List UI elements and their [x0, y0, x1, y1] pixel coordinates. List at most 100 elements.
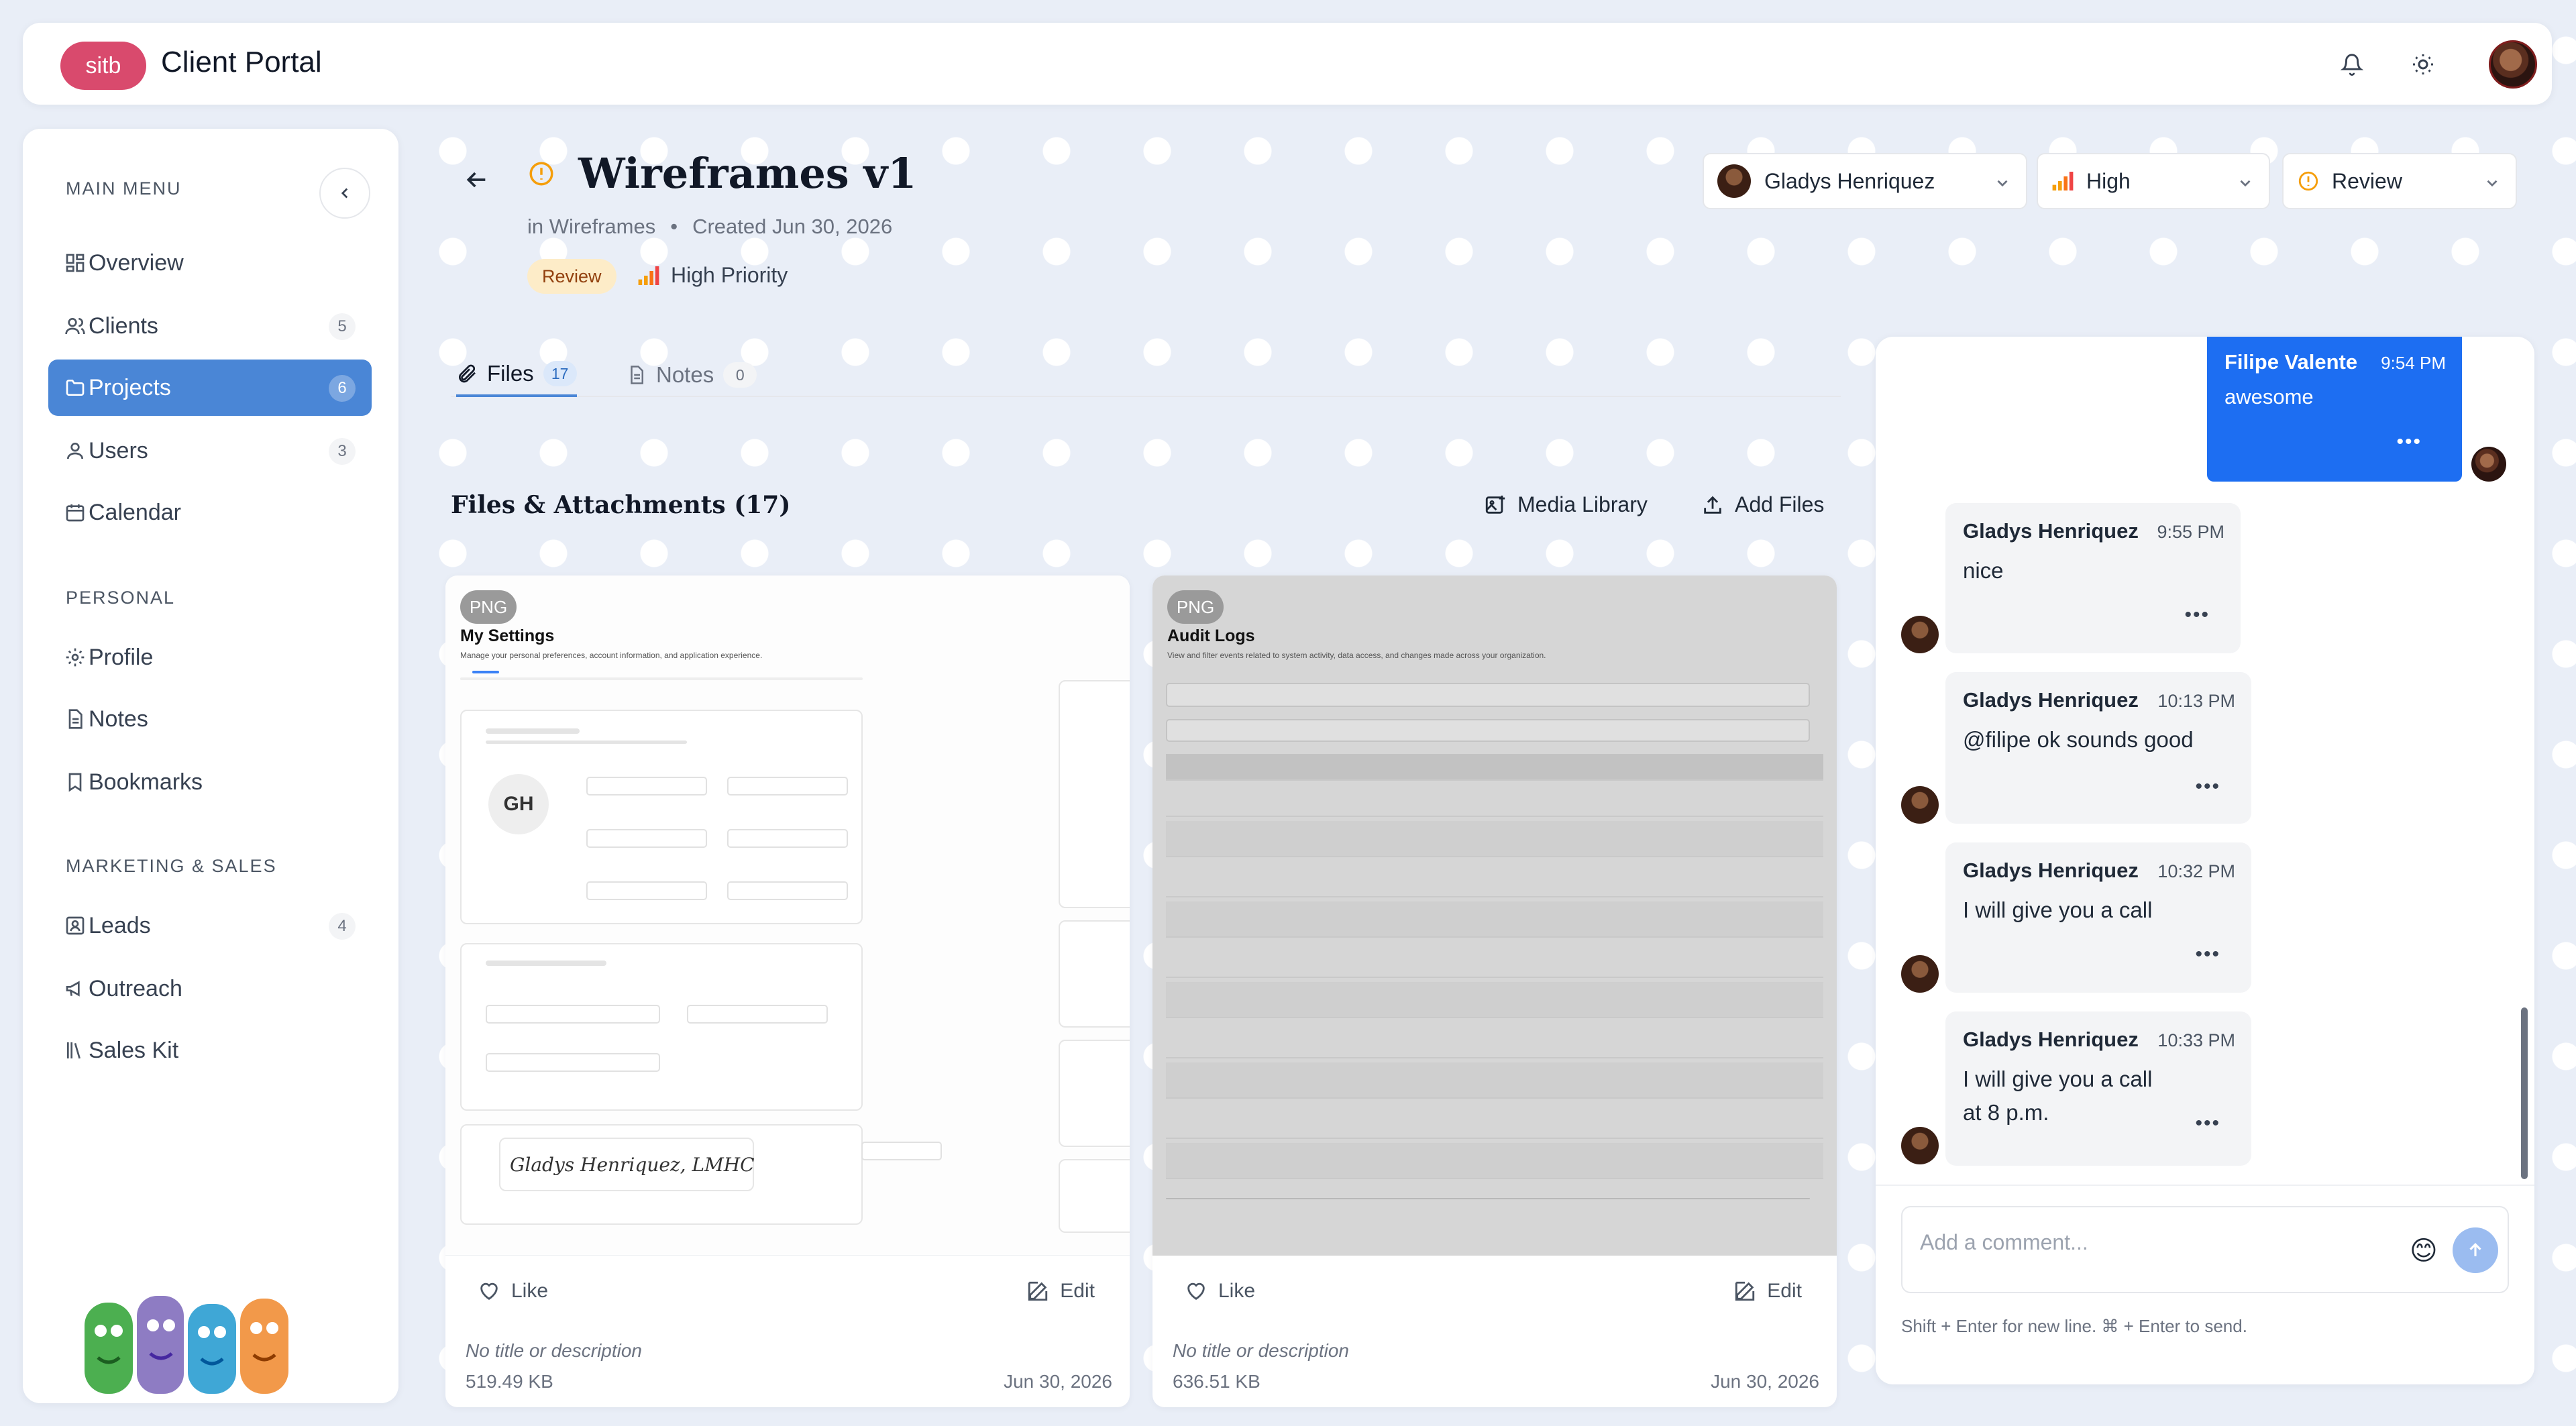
- preview-signature: Gladys Henriquez, LMHC: [510, 1154, 755, 1176]
- add-files-button[interactable]: Add Files: [1701, 492, 1824, 517]
- more-icon[interactable]: •••: [2184, 604, 2210, 626]
- comment-input[interactable]: [1920, 1230, 2390, 1255]
- preview-quick-actions-card: [1059, 920, 1130, 1028]
- more-icon[interactable]: •••: [2195, 1112, 2220, 1135]
- more-icon[interactable]: •••: [2396, 431, 2422, 453]
- signal-bars-icon: [638, 266, 659, 285]
- message-text: nice: [1963, 558, 2004, 583]
- sidebar-item-notes[interactable]: Notes: [48, 691, 372, 747]
- preview-row: [1166, 901, 1823, 938]
- edit-button[interactable]: Edit: [1733, 1280, 1802, 1303]
- sidebar-item-outreach[interactable]: Outreach: [48, 961, 372, 1017]
- sidebar-item-label: Calendar: [89, 499, 181, 525]
- files-heading: Files & Attachments (17): [451, 491, 791, 519]
- tab-files[interactable]: Files 17: [456, 353, 577, 397]
- preview-initials: GH: [488, 774, 549, 834]
- sidebar-item-clients[interactable]: Clients 5: [48, 298, 372, 354]
- edit-label: Edit: [1767, 1280, 1802, 1302]
- like-button[interactable]: Like: [1185, 1280, 1255, 1303]
- edit-button[interactable]: Edit: [1026, 1280, 1095, 1303]
- sun-icon[interactable]: [2407, 48, 2439, 80]
- status-select[interactable]: Review: [2282, 153, 2517, 209]
- sidebar-item-label: Projects: [89, 374, 171, 400]
- file-preview[interactable]: PNG My Settings Manage your personal pre…: [445, 575, 1130, 1256]
- preview-row: [1166, 781, 1823, 817]
- like-button[interactable]: Like: [478, 1280, 548, 1303]
- sidebar-item-leads[interactable]: Leads 4: [48, 897, 372, 954]
- priority-label: High Priority: [671, 263, 788, 287]
- main-menu-label: MAIN MENU: [66, 178, 182, 199]
- add-files-label: Add Files: [1735, 492, 1825, 516]
- message-text: @filipe ok sounds good: [1963, 727, 2194, 752]
- avatar: [1901, 786, 1939, 824]
- preview-input: [727, 777, 848, 796]
- document-icon: [68, 709, 83, 729]
- priority-select[interactable]: High: [2037, 153, 2270, 209]
- users-icon: [65, 318, 85, 335]
- collapse-sidebar-button[interactable]: [319, 168, 370, 219]
- priority-value: High: [2086, 168, 2131, 193]
- chat-message: Gladys Henriquez 10:33 PM I will give yo…: [1945, 1011, 2251, 1166]
- sidebar-item-bookmarks[interactable]: Bookmarks: [48, 754, 372, 810]
- sidebar-item-projects[interactable]: Projects 6: [48, 360, 372, 416]
- project-folder: in Wireframes: [527, 215, 656, 238]
- priority-indicator: High Priority: [637, 263, 788, 288]
- sidebar-item-overview[interactable]: Overview: [48, 235, 372, 291]
- message-author: Gladys Henriquez: [1963, 519, 2139, 543]
- file-card[interactable]: PNG My Settings Manage your personal pre…: [445, 575, 1130, 1407]
- app-title: Client Portal: [161, 46, 322, 78]
- comments-panel: Filipe Valente 9:54 PM awesome ••• Glady…: [1876, 337, 2534, 1384]
- preview-input: [586, 829, 707, 848]
- user-avatar[interactable]: [2489, 40, 2537, 89]
- image-add-icon: [1485, 495, 1505, 514]
- preview-input: [727, 829, 848, 848]
- library-icon: [67, 1042, 80, 1059]
- upload-icon: [1704, 496, 1721, 514]
- edit-icon: [1735, 1281, 1755, 1301]
- sidebar-item-label: Users: [89, 437, 148, 463]
- sidebar-item-users[interactable]: Users 3: [48, 423, 372, 479]
- preview-line: [486, 961, 606, 966]
- chat-scrollbar[interactable]: [2521, 1007, 2528, 1179]
- sidebar-item-label: Sales Kit: [89, 1037, 179, 1063]
- chat-divider: [1876, 1185, 2534, 1186]
- preview-row: [1166, 861, 1823, 897]
- assignee-select[interactable]: Gladys Henriquez: [1703, 153, 2027, 209]
- chat-message: Gladys Henriquez 9:55 PM nice •••: [1945, 503, 2241, 653]
- more-icon[interactable]: •••: [2195, 775, 2220, 798]
- megaphone-icon: [66, 981, 80, 997]
- avatar: [1901, 955, 1939, 993]
- bell-icon[interactable]: [2336, 48, 2368, 80]
- send-button[interactable]: [2453, 1227, 2498, 1273]
- avatar: [1901, 616, 1939, 653]
- signal-bars-icon: [2052, 172, 2074, 190]
- preview-line: [486, 728, 580, 734]
- calendar-icon: [66, 504, 85, 522]
- file-card[interactable]: PNG Audit Logs View and filter events re…: [1152, 575, 1837, 1407]
- preview-row: [1166, 942, 1823, 978]
- more-icon[interactable]: •••: [2195, 943, 2220, 966]
- preview-footer-line: [1166, 1198, 1810, 1199]
- sidebar-item-profile[interactable]: Profile: [48, 629, 372, 685]
- sidebar-item-label: Profile: [89, 644, 154, 670]
- logo[interactable]: sitb: [60, 42, 146, 90]
- status-clock-icon: [2298, 171, 2318, 191]
- media-library-button[interactable]: Media Library: [1484, 492, 1648, 517]
- message-author: Filipe Valente: [2224, 350, 2358, 374]
- sidebar-item-sales-kit[interactable]: Sales Kit: [48, 1022, 372, 1079]
- grid-icon: [66, 254, 85, 272]
- preview-table-header: [1166, 754, 1823, 781]
- sidebar-item-calendar[interactable]: Calendar: [48, 484, 372, 541]
- document-icon: [631, 366, 643, 384]
- preview-help-card: [1059, 1159, 1130, 1233]
- file-description: No title or description: [466, 1340, 643, 1361]
- file-preview[interactable]: PNG Audit Logs View and filter events re…: [1152, 575, 1837, 1256]
- chevron-down-icon: [2240, 180, 2251, 187]
- emoji-icon[interactable]: 😊: [2410, 1236, 2438, 1266]
- back-button[interactable]: [463, 166, 492, 196]
- comment-hint: Shift + Enter for new line. ⌘ + Enter to…: [1901, 1316, 2247, 1336]
- tab-notes[interactable]: Notes 0: [627, 353, 757, 397]
- status-clock-icon: [527, 160, 555, 188]
- count-badge: 6: [329, 375, 356, 402]
- chevron-left-icon: [341, 188, 348, 199]
